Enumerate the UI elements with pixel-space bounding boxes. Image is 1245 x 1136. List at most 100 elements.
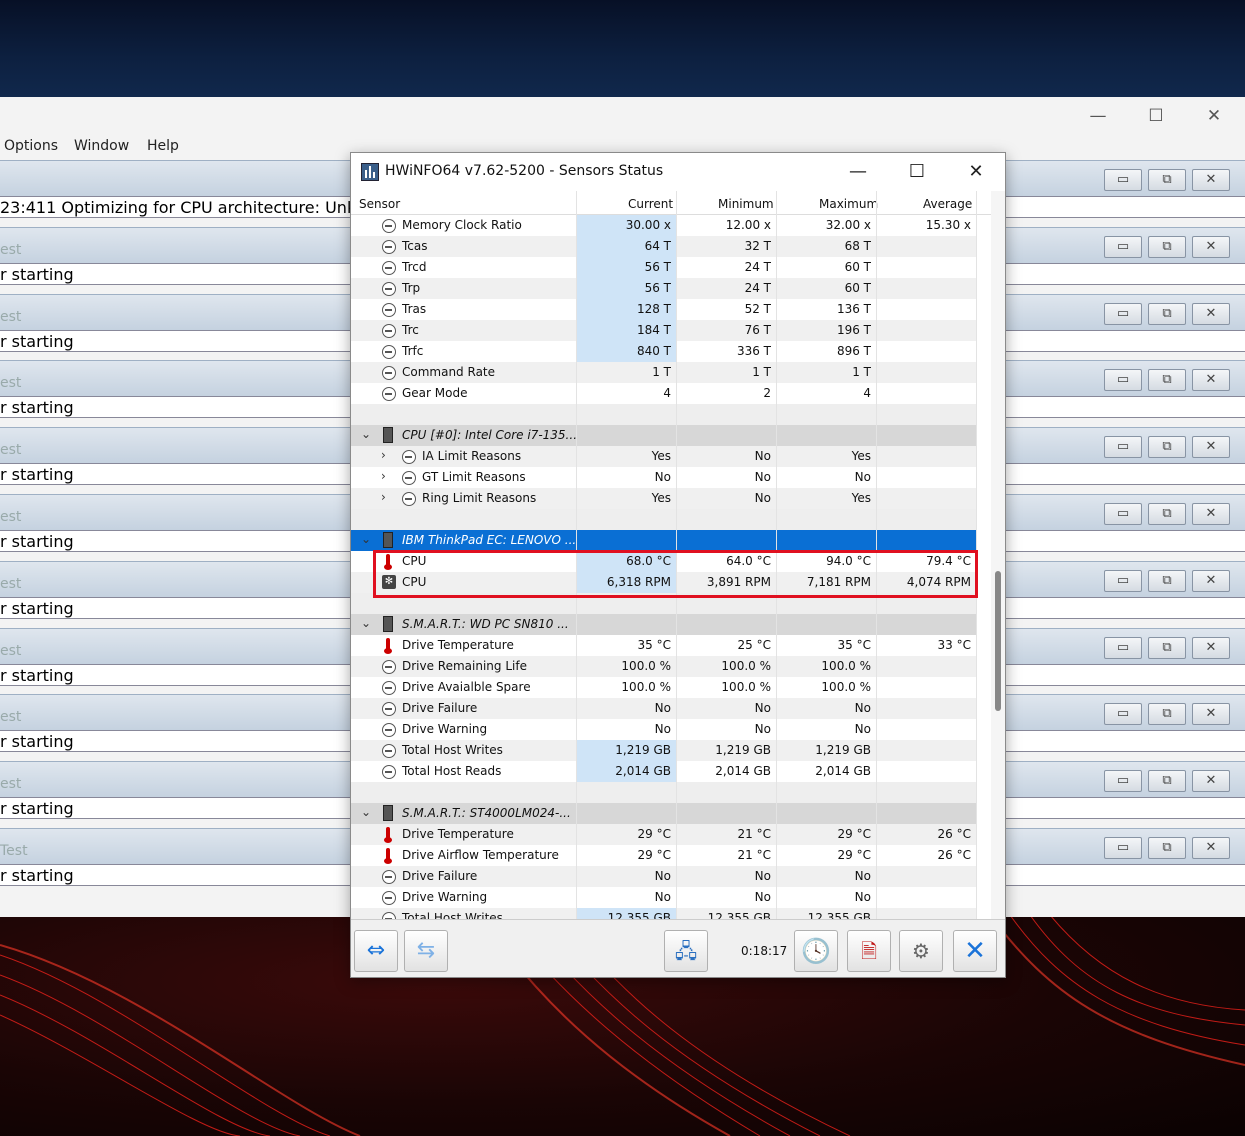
chevron-down-icon[interactable]: ⌄ bbox=[361, 616, 371, 630]
panel-close-button[interactable]: ✕ bbox=[1192, 569, 1230, 592]
panel-minimize-button[interactable]: ▭ bbox=[1104, 837, 1142, 859]
clock-icon[interactable]: 🕓 bbox=[794, 930, 838, 972]
sensor-group-row[interactable]: ⌄ S.M.A.R.T.: WD PC SN810 ... bbox=[351, 614, 977, 635]
chevron-down-icon[interactable]: ⌄ bbox=[361, 427, 371, 441]
sensor-row[interactable]: Drive Airflow Temperature 29 °C 21 °C 29 °C… bbox=[351, 845, 977, 866]
panel-close-button[interactable]: ✕ bbox=[1192, 369, 1230, 392]
panel-restore-button[interactable]: ⧉ bbox=[1148, 503, 1186, 525]
current-value: No bbox=[654, 722, 671, 736]
panel-restore-button[interactable]: ⧉ bbox=[1148, 302, 1186, 325]
panel-minimize-button[interactable]: ▭ bbox=[1104, 169, 1142, 191]
network-computers-icon[interactable]: 🖧 bbox=[664, 930, 708, 972]
vertical-scrollbar[interactable] bbox=[991, 191, 1005, 919]
panel-close-button[interactable]: ✕ bbox=[1192, 436, 1230, 459]
panel-minimize-button[interactable]: ▭ bbox=[1104, 770, 1142, 793]
sensor-row[interactable]: Trcd 56 T 24 T 60 T bbox=[351, 257, 977, 278]
hwinfo-close-button[interactable]: ✕ bbox=[954, 159, 998, 185]
chevron-down-icon[interactable]: ⌄ bbox=[361, 532, 371, 546]
sensor-row[interactable]: Total Host Writes 1,219 GB 1,219 GB 1,219 G… bbox=[351, 740, 977, 761]
sensor-group-row[interactable]: ⌄ IBM ThinkPad EC: LENOVO ... bbox=[351, 530, 977, 551]
reset-log-icon[interactable]: 🗎 bbox=[847, 930, 891, 972]
panel-minimize-button[interactable]: ▭ bbox=[1104, 302, 1142, 325]
panel-restore-button[interactable]: ⧉ bbox=[1148, 569, 1186, 592]
panel-close-button[interactable]: ✕ bbox=[1192, 703, 1230, 726]
menu-options[interactable]: Options bbox=[4, 138, 58, 154]
col-current[interactable]: Current bbox=[628, 197, 673, 211]
sensor-row[interactable]: Trc 184 T 76 T 196 T bbox=[351, 320, 977, 341]
menu-window[interactable]: Window bbox=[74, 138, 129, 154]
sensor-row[interactable]: Drive Remaining Life 100.0 % 100.0 % 100.0 … bbox=[351, 656, 977, 677]
panel-restore-button[interactable]: ⧉ bbox=[1148, 770, 1186, 793]
panel-minimize-button[interactable]: ▭ bbox=[1104, 436, 1142, 459]
sensor-group-row[interactable]: ⌄ S.M.A.R.T.: ST4000LM024-... bbox=[351, 803, 977, 824]
panel-minimize-button[interactable]: ▭ bbox=[1104, 503, 1142, 525]
panel-restore-button[interactable]: ⧉ bbox=[1148, 436, 1186, 459]
col-sensor[interactable]: Sensor bbox=[359, 197, 400, 211]
col-average[interactable]: Average bbox=[923, 197, 972, 211]
bg-minimize-button[interactable]: — bbox=[1076, 103, 1120, 129]
sensor-row[interactable]: Tcas 64 T 32 T 68 T bbox=[351, 236, 977, 257]
maximum-value: No bbox=[854, 470, 871, 484]
panel-close-button[interactable]: ✕ bbox=[1192, 235, 1230, 258]
sensor-row[interactable]: › IA Limit Reasons Yes No Yes bbox=[351, 446, 977, 467]
sensor-row[interactable]: Gear Mode 4 2 4 bbox=[351, 383, 977, 404]
col-minimum[interactable]: Minimum bbox=[718, 197, 774, 211]
sensor-row[interactable]: Drive Temperature 29 °C 21 °C 29 °C 26 °C bbox=[351, 824, 977, 845]
panel-close-button[interactable]: ✕ bbox=[1192, 770, 1230, 793]
panel-restore-button[interactable]: ⧉ bbox=[1148, 169, 1186, 191]
expand-arrows-icon[interactable]: ⇔ bbox=[354, 930, 398, 972]
menu-help[interactable]: Help bbox=[147, 138, 179, 154]
current-value: 184 T bbox=[636, 323, 671, 337]
panel-close-button[interactable]: ✕ bbox=[1192, 169, 1230, 191]
sensor-row[interactable]: Total Host Reads 2,014 GB 2,014 GB 2,014 GB bbox=[351, 761, 977, 782]
col-maximum[interactable]: Maximum bbox=[819, 197, 878, 211]
panel-restore-button[interactable]: ⧉ bbox=[1148, 636, 1186, 659]
bg-close-button[interactable]: ✕ bbox=[1192, 103, 1236, 129]
panel-minimize-button[interactable]: ▭ bbox=[1104, 235, 1142, 258]
panel-close-button[interactable]: ✕ bbox=[1192, 503, 1230, 525]
sensor-row[interactable]: Drive Warning No No No bbox=[351, 719, 977, 740]
collapse-arrows-icon[interactable]: ⇆ bbox=[404, 930, 448, 972]
chevron-right-icon[interactable]: › bbox=[381, 490, 386, 504]
panel-close-button[interactable]: ✕ bbox=[1192, 636, 1230, 659]
gear-icon[interactable]: ⚙ bbox=[899, 930, 943, 972]
panel-minimize-button[interactable]: ▭ bbox=[1104, 636, 1142, 659]
sensor-row[interactable]: Command Rate 1 T 1 T 1 T bbox=[351, 362, 977, 383]
scrollbar-thumb[interactable] bbox=[995, 571, 1001, 711]
panel-restore-button[interactable]: ⧉ bbox=[1148, 703, 1186, 726]
gauge-icon bbox=[382, 261, 396, 275]
sensor-name: Drive Airflow Temperature bbox=[402, 848, 559, 862]
current-value: 56 T bbox=[644, 260, 671, 274]
sensor-row[interactable]: Tras 128 T 52 T 136 T bbox=[351, 299, 977, 320]
hwinfo-minimize-button[interactable]: — bbox=[836, 159, 880, 185]
panel-restore-button[interactable]: ⧉ bbox=[1148, 235, 1186, 258]
sensor-row[interactable]: Drive Avaialble Spare 100.0 % 100.0 % 100.0… bbox=[351, 677, 977, 698]
chevron-down-icon[interactable]: ⌄ bbox=[361, 805, 371, 819]
minimum-value: No bbox=[754, 722, 771, 736]
panel-close-button[interactable]: ✕ bbox=[1192, 837, 1230, 859]
panel-close-button[interactable]: ✕ bbox=[1192, 302, 1230, 325]
sensor-row[interactable]: Total Host Writes 12,355 GB 12,355 GB 12,35… bbox=[351, 908, 977, 919]
sensor-group-row[interactable]: ⌄ CPU [#0]: Intel Core i7-135... bbox=[351, 425, 977, 446]
hwinfo-maximize-button[interactable]: ☐ bbox=[895, 159, 939, 185]
sensor-row[interactable]: Drive Temperature 35 °C 25 °C 35 °C 33 °C bbox=[351, 635, 977, 656]
bg-maximize-button[interactable]: ☐ bbox=[1134, 103, 1178, 129]
sensor-row[interactable]: › GT Limit Reasons No No No bbox=[351, 467, 977, 488]
sensor-row[interactable]: Memory Clock Ratio 30.00 x 12.00 x 32.00 x 1… bbox=[351, 215, 977, 236]
sensor-row[interactable]: › Ring Limit Reasons Yes No Yes bbox=[351, 488, 977, 509]
panel-minimize-button[interactable]: ▭ bbox=[1104, 569, 1142, 592]
sensor-row[interactable]: Drive Warning No No No bbox=[351, 887, 977, 908]
sensor-row[interactable]: Drive Failure No No No bbox=[351, 698, 977, 719]
chevron-right-icon[interactable]: › bbox=[381, 469, 386, 483]
sensor-row[interactable]: Drive Failure No No No bbox=[351, 866, 977, 887]
sensor-row[interactable]: Trfc 840 T 336 T 896 T bbox=[351, 341, 977, 362]
close-sensors-icon[interactable]: ✕ bbox=[953, 930, 997, 972]
sensor-name: Command Rate bbox=[402, 365, 496, 379]
sensor-row[interactable]: Trp 56 T 24 T 60 T bbox=[351, 278, 977, 299]
panel-restore-button[interactable]: ⧉ bbox=[1148, 369, 1186, 392]
panel-minimize-button[interactable]: ▭ bbox=[1104, 703, 1142, 726]
minimum-value: No bbox=[754, 890, 771, 904]
chevron-right-icon[interactable]: › bbox=[381, 448, 386, 462]
panel-restore-button[interactable]: ⧉ bbox=[1148, 837, 1186, 859]
panel-minimize-button[interactable]: ▭ bbox=[1104, 369, 1142, 392]
